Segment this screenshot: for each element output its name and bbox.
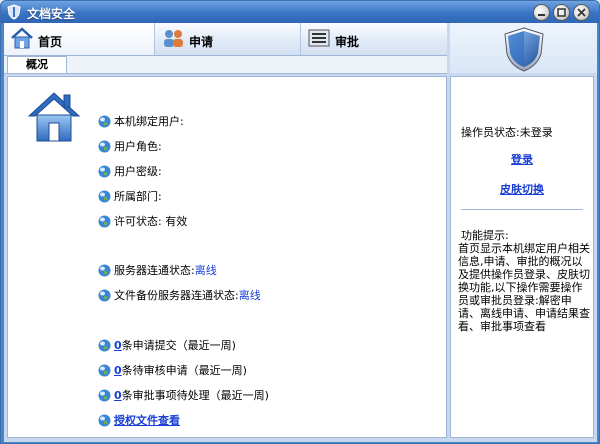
maximize-button[interactable] [553, 4, 570, 21]
home-large-icon [27, 92, 81, 142]
list-icon [308, 29, 330, 47]
logo-area [450, 23, 597, 73]
window-title: 文档安全 [27, 7, 76, 21]
license-status-value: 有效 [165, 215, 188, 228]
tab-apply-label: 申请 [189, 35, 214, 49]
globe-bullet-icon [98, 264, 111, 277]
minimize-icon [538, 14, 545, 16]
license-status-text: 许可状态: 有效 [114, 214, 187, 230]
server-status-label: 服务器连通状态: [114, 264, 195, 277]
globe-bullet-icon [98, 115, 111, 128]
maximize-icon [557, 8, 566, 17]
hint-text: 首页显示本机绑定用户相关信息,申请、审批的概况以及提供操作员登录、皮肤切换功能,… [458, 242, 590, 333]
server-status-value: 离线 [194, 264, 217, 277]
pending-review-text: 0条待审核申请（最近一周) [114, 363, 247, 379]
home-icon [11, 27, 33, 49]
subtab-bar: 概况 [4, 56, 447, 74]
close-button[interactable] [573, 4, 590, 21]
user-role-label: 用户角色: [114, 140, 162, 153]
pending-review-count-link[interactable]: 0 [114, 364, 122, 377]
submitted-requests-text: 0条申请提交（最近一周) [114, 338, 236, 354]
sidebar-divider [461, 209, 583, 210]
skin-switch-link[interactable]: 皮肤切换 [451, 181, 593, 197]
pending-approval-count-link[interactable]: 0 [114, 389, 122, 402]
backup-server-status-text: 文件备份服务器连通状态:离线 [114, 288, 261, 304]
operator-status: 操作员状态:未登录 [461, 126, 553, 139]
tab-approve[interactable]: 审批 [300, 23, 447, 55]
overview-panel: 本机绑定用户: 用户角色: 用户密级: 所属部门: 许可状态: 有效 服务器连通… [7, 76, 447, 438]
user-clearance-label: 用户密级: [114, 165, 162, 178]
globe-bullet-icon [98, 364, 111, 377]
tab-approve-label: 审批 [335, 35, 360, 49]
backup-server-status-value: 离线 [238, 289, 261, 302]
globe-bullet-icon [98, 414, 111, 427]
close-icon [577, 8, 586, 17]
submitted-requests-count-link[interactable]: 0 [114, 339, 122, 352]
globe-bullet-icon [98, 339, 111, 352]
login-link[interactable]: 登录 [451, 151, 593, 167]
people-icon [164, 30, 183, 47]
subtab-overview[interactable]: 概况 [7, 56, 67, 73]
minimize-button[interactable] [533, 4, 550, 21]
pending-approval-text: 0条审批事项待处理（最近一周) [114, 388, 269, 404]
globe-bullet-icon [98, 389, 111, 402]
sidebar-panel: 操作员状态:未登录 登录 皮肤切换 功能提示: 首页显示本机绑定用户相关信息,申… [450, 76, 594, 438]
globe-bullet-icon [98, 289, 111, 302]
hint-title: 功能提示: [461, 229, 509, 242]
tab-home-label: 首页 [38, 35, 63, 49]
shield-logo-icon [504, 27, 544, 72]
app-window: 文档安全 首页 申请 审批 概况 本机绑定用户: 用户角色: 用户密级: 所属部… [0, 0, 600, 444]
app-shield-icon [7, 4, 21, 20]
server-status-text: 服务器连通状态:离线 [114, 263, 217, 279]
tab-apply[interactable]: 申请 [154, 23, 300, 55]
title-bar[interactable]: 文档安全 [1, 1, 599, 23]
main-tabbar: 首页 申请 审批 [4, 23, 447, 56]
globe-bullet-icon [98, 165, 111, 178]
authorized-docs-link[interactable]: 授权文件查看 [114, 413, 180, 429]
pending-review-label: 条待审核申请（最近一周) [121, 364, 247, 377]
backup-server-status-label: 文件备份服务器连通状态: [114, 289, 239, 302]
submitted-requests-label: 条申请提交（最近一周) [121, 339, 236, 352]
department-label: 所属部门: [114, 190, 162, 203]
bound-user-label: 本机绑定用户: [114, 115, 184, 128]
globe-bullet-icon [98, 215, 111, 228]
license-status-label: 许可状态: [114, 215, 162, 228]
tab-home[interactable]: 首页 [4, 23, 154, 55]
pending-approval-label: 条审批事项待处理（最近一周) [121, 389, 269, 402]
globe-bullet-icon [98, 190, 111, 203]
window-body: 首页 申请 审批 概况 本机绑定用户: 用户角色: 用户密级: 所属部门: 许可… [4, 23, 597, 442]
globe-bullet-icon [98, 140, 111, 153]
